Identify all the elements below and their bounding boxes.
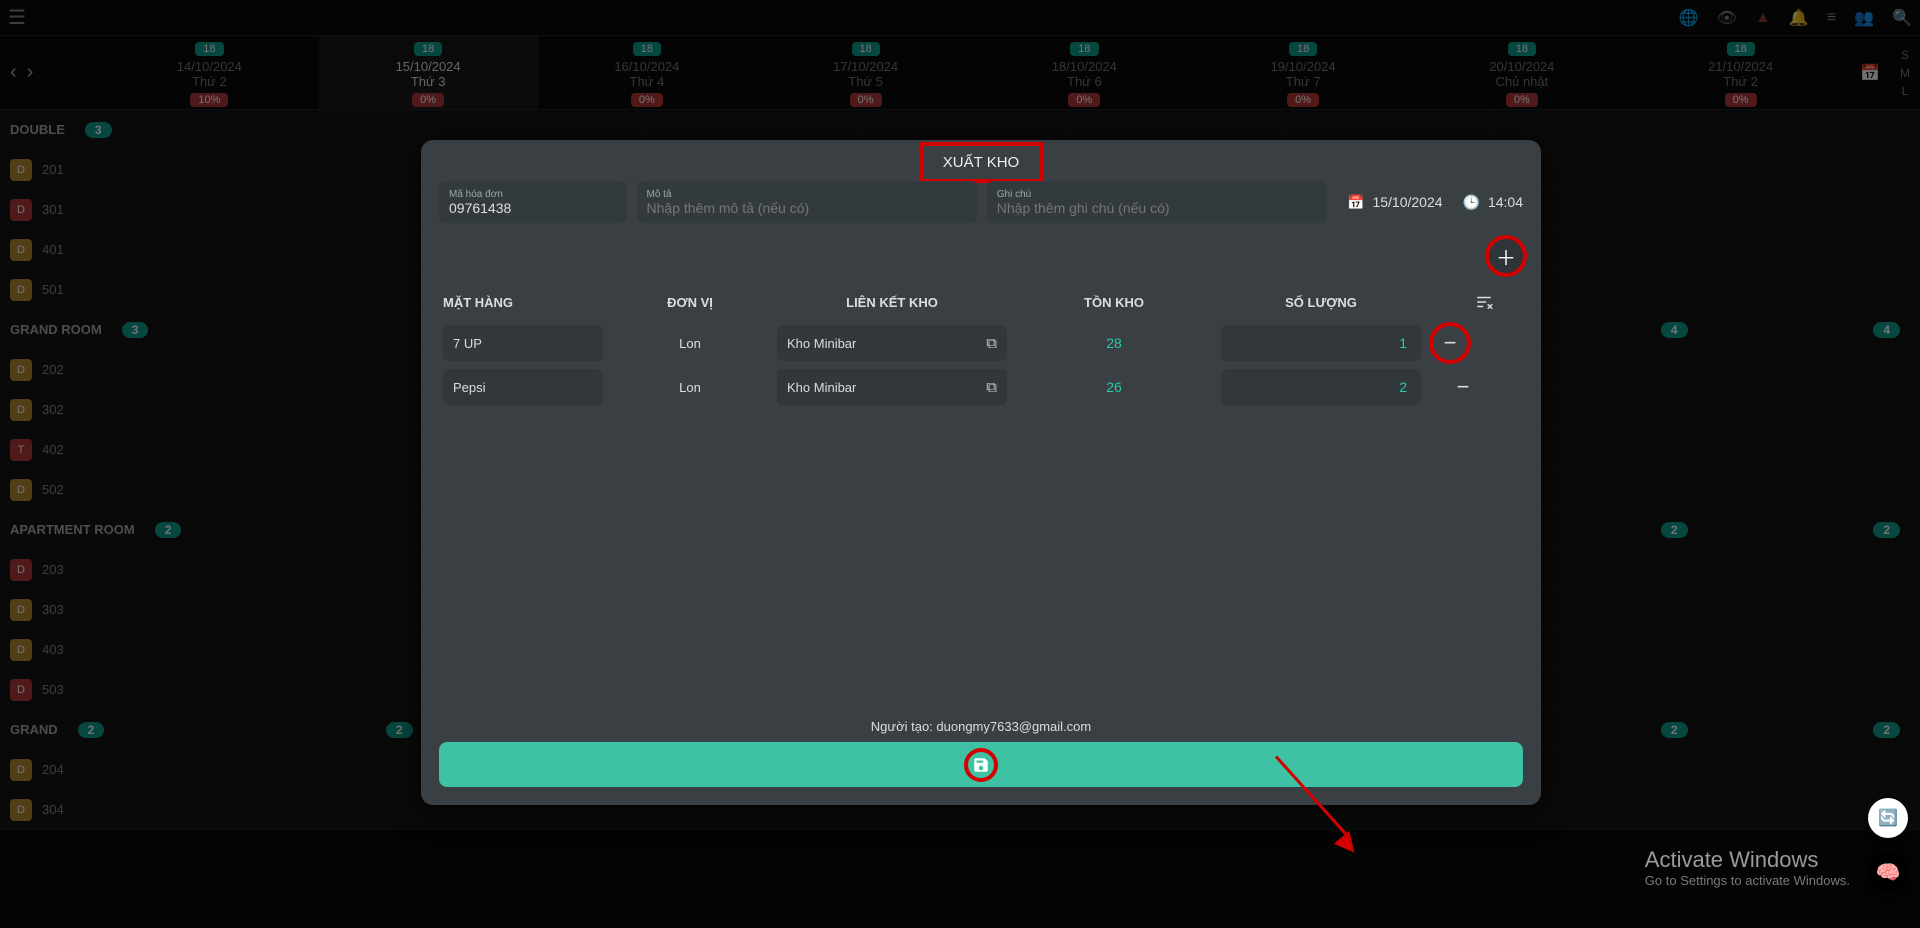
note-input[interactable]: [997, 200, 1317, 216]
date-display[interactable]: 📅 15/10/2024: [1337, 181, 1443, 223]
stock-cell: 26: [1019, 379, 1209, 395]
fab-translate[interactable]: 🔄: [1868, 798, 1908, 838]
time-display[interactable]: 🕒 14:04: [1453, 181, 1523, 223]
unit-cell: Lon: [615, 380, 765, 395]
copy-icon[interactable]: ⧉: [986, 379, 997, 396]
remove-row-button[interactable]: −: [1433, 374, 1493, 400]
note-field[interactable]: Ghi chú: [987, 181, 1327, 223]
modal-title: XUẤT KHO: [439, 140, 1523, 181]
time-value: 14:04: [1488, 194, 1523, 210]
qty-input[interactable]: 2: [1221, 369, 1421, 405]
table-row: Pepsi Lon Kho Minibar⧉ 26 2 −: [439, 365, 1523, 409]
item-input[interactable]: 7 UP: [443, 325, 603, 361]
save-button[interactable]: [439, 742, 1523, 787]
save-icon: [964, 748, 998, 782]
stock-cell: 28: [1019, 335, 1209, 351]
calendar-icon: 📅: [1347, 194, 1364, 211]
modal-footer: Người tạo: duongmy7633@gmail.com: [439, 719, 1523, 787]
windows-watermark: Activate Windows Go to Settings to activ…: [1645, 847, 1850, 888]
items-table: MẶT HÀNG ĐƠN VỊ LIÊN KẾT KHO TỒN KHO SỐ …: [439, 283, 1523, 409]
description-label: Mô tả: [647, 189, 967, 200]
col-unit: ĐƠN VỊ: [615, 295, 765, 310]
invoice-field: Mã hóa đơn 09761438: [439, 181, 627, 223]
description-field[interactable]: Mô tả: [637, 181, 977, 223]
date-value: 15/10/2024: [1372, 194, 1442, 210]
qty-input[interactable]: 1: [1221, 325, 1421, 361]
clock-icon: 🕒: [1463, 194, 1480, 211]
warehouse-link[interactable]: Kho Minibar⧉: [777, 325, 1007, 361]
clear-all-icon[interactable]: [1433, 293, 1493, 311]
copy-icon[interactable]: ⧉: [986, 335, 997, 352]
creator-line: Người tạo: duongmy7633@gmail.com: [439, 719, 1523, 734]
item-input[interactable]: Pepsi: [443, 369, 603, 405]
fab-brain[interactable]: 🧠: [1868, 852, 1908, 892]
invoice-value: 09761438: [449, 200, 617, 216]
unit-cell: Lon: [615, 336, 765, 351]
col-link: LIÊN KẾT KHO: [777, 295, 1007, 310]
add-row-button[interactable]: ＋: [1489, 239, 1523, 273]
remove-row-button[interactable]: −: [1433, 326, 1467, 360]
col-qty: SỐ LƯỢNG: [1221, 295, 1421, 310]
modal-form-row: Mã hóa đơn 09761438 Mô tả Ghi chú 📅 15/1…: [439, 181, 1523, 223]
table-header: MẶT HÀNG ĐƠN VỊ LIÊN KẾT KHO TỒN KHO SỐ …: [439, 283, 1523, 321]
note-label: Ghi chú: [997, 189, 1317, 200]
col-stock: TỒN KHO: [1019, 295, 1209, 310]
invoice-label: Mã hóa đơn: [449, 189, 617, 200]
table-row: 7 UP Lon Kho Minibar⧉ 28 1 −: [439, 321, 1523, 365]
warehouse-link[interactable]: Kho Minibar⧉: [777, 369, 1007, 405]
description-input[interactable]: [647, 200, 967, 216]
export-stock-modal: XUẤT KHO Mã hóa đơn 09761438 Mô tả Ghi c…: [421, 140, 1541, 805]
col-item: MẶT HÀNG: [443, 295, 603, 310]
